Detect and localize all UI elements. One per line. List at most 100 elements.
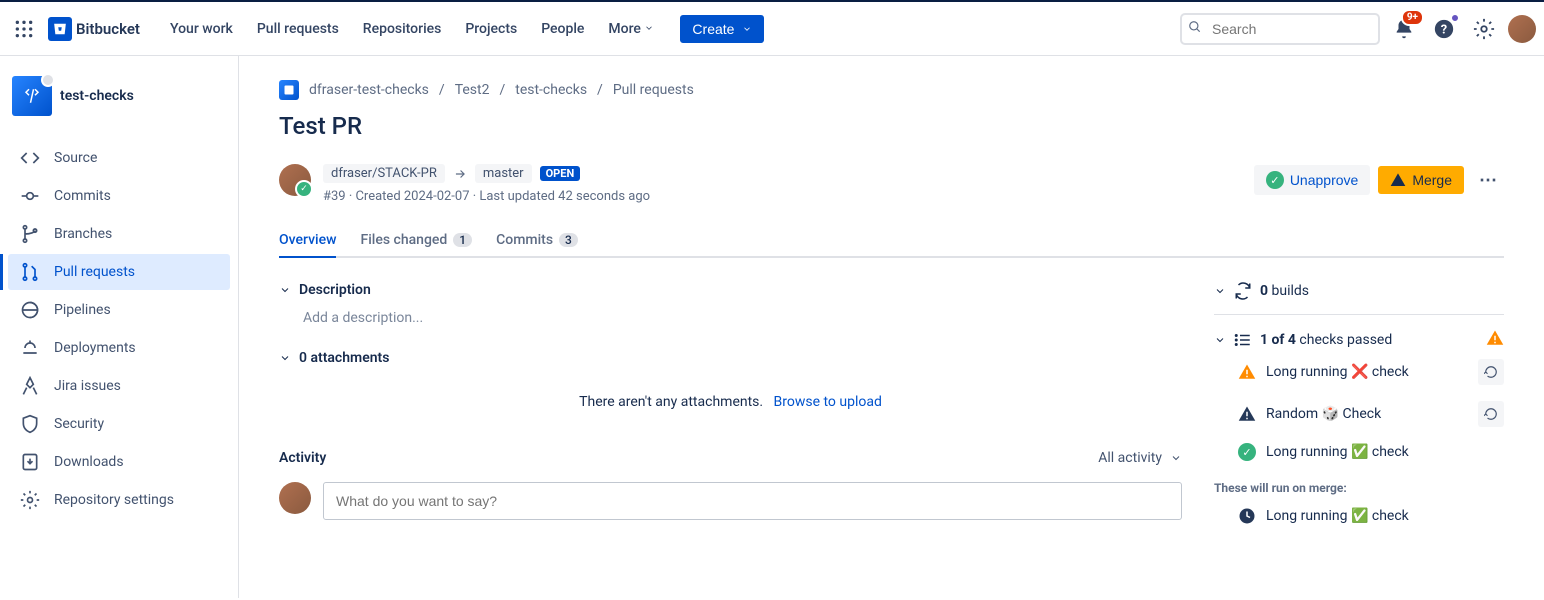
topbar-right: 9+ ? xyxy=(1180,13,1536,45)
nav-your-work[interactable]: Your work xyxy=(160,15,243,43)
builds-text: 0 builds xyxy=(1260,283,1504,299)
author-avatar[interactable] xyxy=(279,164,311,196)
description-header[interactable]: Description xyxy=(279,282,1182,298)
sidebar-item-settings[interactable]: Repository settings xyxy=(8,482,230,518)
activity-input-row xyxy=(279,482,1182,520)
branch-icon xyxy=(20,224,40,244)
check-name[interactable]: Long running ✅ check xyxy=(1266,444,1409,460)
pr-state-badge: OPEN xyxy=(540,166,581,181)
check-name[interactable]: Random 🎲 Check xyxy=(1266,406,1381,422)
nav-repositories[interactable]: Repositories xyxy=(353,15,452,43)
repo-header[interactable]: test-checks xyxy=(8,72,230,120)
search-input[interactable] xyxy=(1180,13,1380,45)
main-content: dfraser-test-checks / Test2 / test-check… xyxy=(239,56,1544,598)
sidebar-item-pipelines[interactable]: Pipelines xyxy=(8,292,230,328)
breadcrumb-repo[interactable]: test-checks xyxy=(515,82,587,98)
checks-text: 1 of 4 checks passed xyxy=(1260,332,1478,348)
breadcrumb-separator: / xyxy=(439,82,445,98)
rerun-button[interactable] xyxy=(1478,359,1504,385)
gear-icon xyxy=(20,490,40,510)
breadcrumb-section[interactable]: Pull requests xyxy=(613,82,694,98)
warning-icon xyxy=(1486,329,1504,351)
help-icon[interactable]: ? xyxy=(1428,13,1460,45)
attachments-header[interactable]: 0 attachments xyxy=(279,350,1182,366)
settings-icon[interactable] xyxy=(1468,13,1500,45)
more-actions-button[interactable]: ⋯ xyxy=(1472,164,1504,196)
success-icon: ✓ xyxy=(1238,443,1256,461)
pr-meta-left: dfraser/STACK-PR master OPEN #39 · Creat… xyxy=(279,164,650,204)
content-right: 0 builds 1 of 4 checks passed xyxy=(1214,282,1504,547)
check-name[interactable]: Long running ❌ check xyxy=(1266,364,1409,380)
browse-upload-link[interactable]: Browse to upload xyxy=(774,394,882,410)
warning-icon xyxy=(1238,363,1256,381)
bitbucket-icon xyxy=(48,17,72,41)
chevron-down-icon xyxy=(1170,452,1182,464)
checks-section: 1 of 4 checks passed Long running ❌ chec… xyxy=(1214,314,1504,547)
sidebar-item-deployments[interactable]: Deployments xyxy=(8,330,230,366)
search-icon xyxy=(1188,20,1202,38)
activity-section: Activity All activity xyxy=(279,450,1182,520)
breadcrumb-separator: / xyxy=(499,82,505,98)
sidebar-item-security[interactable]: Security xyxy=(8,406,230,442)
bitbucket-logo[interactable]: Bitbucket xyxy=(44,17,144,41)
check-name[interactable]: Long running ✅ check xyxy=(1266,508,1409,524)
repo-icon xyxy=(12,76,52,116)
deployments-icon xyxy=(20,338,40,358)
check-icon: ✓ xyxy=(1266,171,1284,189)
create-button[interactable]: Create xyxy=(680,15,764,43)
nav-links: Your work Pull requests Repositories Pro… xyxy=(160,15,664,43)
page-title: Test PR xyxy=(279,112,1504,140)
nav-people[interactable]: People xyxy=(531,15,594,43)
activity-header: Activity All activity xyxy=(279,450,1182,466)
builds-header[interactable]: 0 builds xyxy=(1214,282,1504,300)
target-branch[interactable]: master xyxy=(475,164,532,183)
source-branch[interactable]: dfraser/STACK-PR xyxy=(323,164,445,183)
breadcrumb-group[interactable]: Test2 xyxy=(455,82,490,98)
tab-files-changed[interactable]: Files changed 1 xyxy=(360,224,472,256)
activity-filter[interactable]: All activity xyxy=(1098,450,1182,466)
description-placeholder[interactable]: Add a description... xyxy=(279,310,1182,326)
code-icon xyxy=(20,148,40,168)
chevron-down-icon xyxy=(279,352,291,364)
pr-actions: ✓ Unapprove Merge ⋯ xyxy=(1254,164,1504,196)
user-avatar[interactable] xyxy=(1508,15,1536,43)
rerun-button[interactable] xyxy=(1478,401,1504,427)
nav-more[interactable]: More xyxy=(598,15,664,43)
sidebar-item-jira[interactable]: Jira issues xyxy=(8,368,230,404)
sidebar-item-source[interactable]: Source xyxy=(8,140,230,176)
builds-icon xyxy=(1234,282,1252,300)
svg-text:?: ? xyxy=(1441,22,1447,37)
nav-projects[interactable]: Projects xyxy=(455,15,527,43)
breadcrumb-separator: / xyxy=(597,82,603,98)
pipelines-icon xyxy=(20,300,40,320)
warning-icon xyxy=(1390,172,1406,188)
checks-header[interactable]: 1 of 4 checks passed xyxy=(1214,329,1504,351)
unapprove-button[interactable]: ✓ Unapprove xyxy=(1254,165,1371,195)
brand-text: Bitbucket xyxy=(76,20,140,38)
tab-overview[interactable]: Overview xyxy=(279,224,336,256)
checklist-icon xyxy=(1234,331,1252,349)
merge-button[interactable]: Merge xyxy=(1378,166,1464,194)
project-icon xyxy=(279,80,299,100)
comment-input[interactable] xyxy=(323,482,1182,520)
sidebar-item-downloads[interactable]: Downloads xyxy=(8,444,230,480)
sidebar-item-branches[interactable]: Branches xyxy=(8,216,230,252)
current-user-avatar xyxy=(279,482,311,514)
content-columns: Description Add a description... 0 attac… xyxy=(279,282,1504,547)
chevron-down-icon xyxy=(644,23,654,33)
sidebar-item-pull-requests[interactable]: Pull requests xyxy=(8,254,230,290)
chevron-down-icon xyxy=(1214,285,1226,297)
merge-check-item: Long running ✅ check xyxy=(1214,499,1504,533)
main-layout: test-checks Source Commits Branches Pull… xyxy=(0,56,1544,598)
tab-commits[interactable]: Commits 3 xyxy=(496,224,578,256)
branch-row: dfraser/STACK-PR master OPEN xyxy=(323,164,650,183)
breadcrumb-project[interactable]: dfraser-test-checks xyxy=(309,82,429,98)
download-icon xyxy=(20,452,40,472)
app-switcher-icon[interactable] xyxy=(8,13,40,45)
nav-pull-requests[interactable]: Pull requests xyxy=(247,15,349,43)
sidebar-item-commits[interactable]: Commits xyxy=(8,178,230,214)
notifications-icon[interactable]: 9+ xyxy=(1388,13,1420,45)
pull-request-icon xyxy=(20,262,40,282)
jira-icon xyxy=(20,376,40,396)
notification-badge: 9+ xyxy=(1401,9,1424,26)
